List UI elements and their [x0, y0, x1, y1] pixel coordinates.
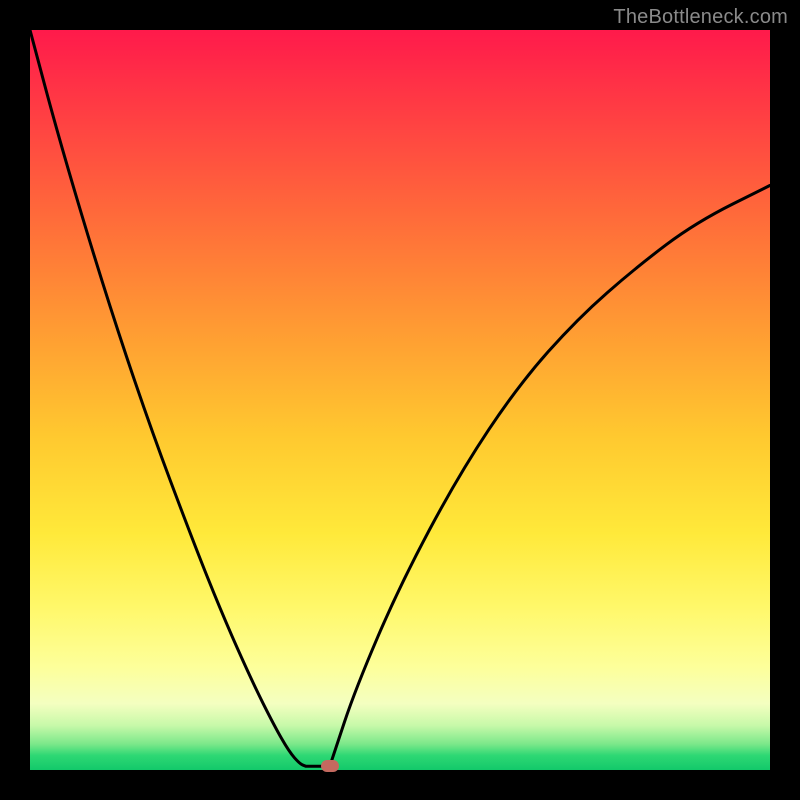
plot-area	[30, 30, 770, 770]
bottleneck-curve	[30, 30, 770, 770]
watermark-text: TheBottleneck.com	[613, 6, 788, 29]
optimal-point-marker	[321, 760, 339, 772]
curve-path	[30, 30, 770, 766]
chart-frame: TheBottleneck.com	[0, 0, 800, 800]
